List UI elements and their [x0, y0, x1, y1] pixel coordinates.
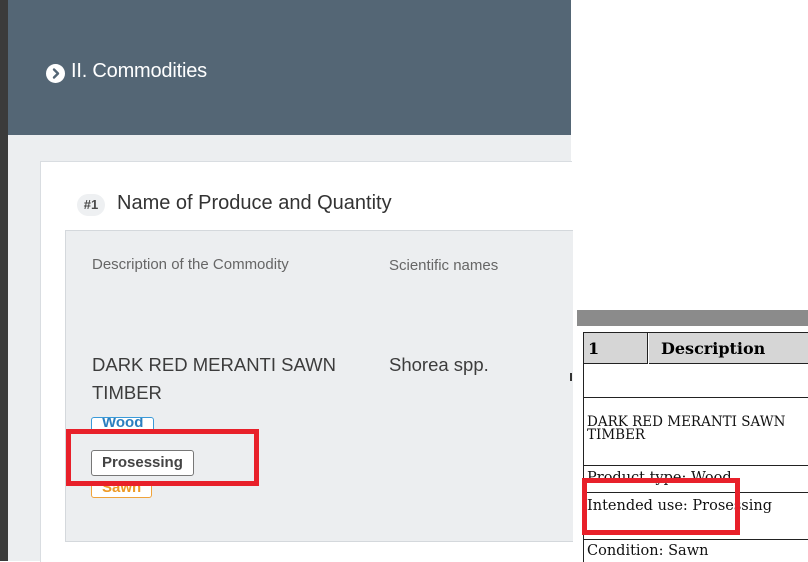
commodity-details: Description of the Commodity Scientific …	[65, 230, 573, 542]
document-header-bar	[577, 310, 808, 326]
highlight-box-right	[582, 478, 740, 535]
chevron-right-circle-icon[interactable]	[46, 64, 65, 83]
divider-mark	[570, 373, 572, 381]
document-condition: Condition: Sawn	[587, 543, 709, 559]
window-border	[0, 0, 8, 561]
scientific-name: Shorea spp.	[389, 354, 489, 375]
description-header-cell: Description	[649, 333, 808, 364]
document-commodity: DARK RED MERANTI SAWN TIMBER	[584, 399, 808, 466]
item-number-badge: #1	[77, 194, 105, 216]
commodity-description: DARK RED MERANTI SAWN TIMBER	[92, 354, 336, 403]
description-column-header: Description of the Commodity	[92, 256, 289, 273]
empty-row	[584, 365, 808, 398]
row-number-cell: 1	[584, 333, 648, 364]
highlight-box-left	[66, 429, 259, 486]
card-title: Name of Produce and Quantity	[117, 192, 392, 214]
section-title: II. Commodities	[71, 60, 207, 82]
scientific-column-header: Scientific names	[389, 257, 499, 274]
commodity-card: #1 Name of Produce and Quantity Descript…	[40, 161, 573, 562]
section-header[interactable]: II. Commodities	[8, 0, 571, 135]
